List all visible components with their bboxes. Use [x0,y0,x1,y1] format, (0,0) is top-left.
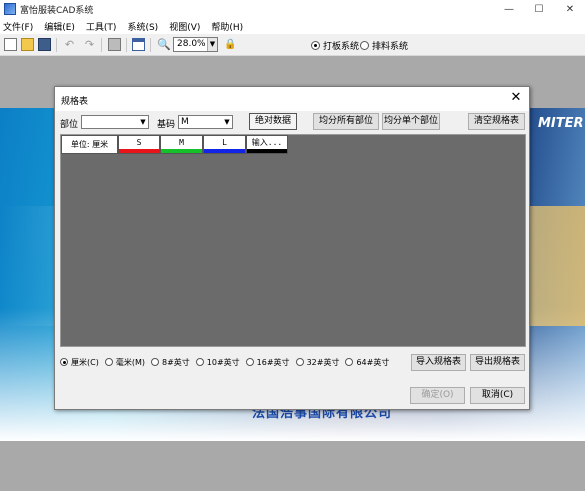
menu-file[interactable]: 文件(F) [3,20,33,33]
table-icon[interactable] [132,38,145,51]
cancel-button[interactable]: 取消(C) [470,387,525,404]
unit-option-10-inch[interactable]: 10#英寸 [195,357,240,368]
radio-button[interactable] [245,358,254,366]
radio-button[interactable] [195,358,204,366]
part-label: 部位 [60,120,79,130]
size-column-input[interactable]: 输入... [246,135,288,154]
title-bar: 富怡服装CAD系统 — ☐ ✕ [0,0,585,18]
clear-table-button[interactable]: 清空规格表 [468,113,525,130]
average-all-parts-button[interactable]: 均分所有部位 [313,113,379,130]
close-icon[interactable]: ✕ [509,91,523,105]
mode-option-marker[interactable]: 排料系统 [360,39,408,52]
average-single-part-button[interactable]: 均分单个部位 [382,113,440,130]
unit-option-16-inch[interactable]: 16#英寸 [245,357,290,368]
size-color-bar [161,149,202,153]
menu-help[interactable]: 帮助(H) [211,20,243,33]
unit-options: 厘米(C) 毫米(M) 8#英寸 10#英寸 16#英寸 32#英寸 64#英寸 [60,351,400,373]
radio-button[interactable] [295,358,304,366]
unit-option-8-inch[interactable]: 8#英寸 [150,357,190,368]
unit-label: 毫米(M) [115,357,145,367]
unit-option-32-inch[interactable]: 32#英寸 [295,357,340,368]
mode-option-pattern[interactable]: 打板系统 [311,39,359,52]
toolbar-separator [126,38,127,52]
unit-option-cm[interactable]: 厘米(C) [60,357,99,368]
print-icon[interactable] [108,38,121,51]
toolbar-separator [56,38,57,52]
redo-icon[interactable]: ↷ [83,38,96,51]
menu-view[interactable]: 视图(V) [169,20,200,33]
size-label: M [179,138,184,147]
close-window-button[interactable]: ✕ [555,0,585,18]
chevron-down-icon[interactable]: ▼ [207,38,217,51]
unit-header: 单位: 厘米 [61,135,118,154]
base-size-label: 基码 [157,120,176,130]
zoom-icon[interactable]: 🔍 [157,38,171,51]
radio-button[interactable] [150,358,159,366]
spec-grid[interactable]: 单位: 厘米 S M L 输入... [60,134,526,347]
minimize-button[interactable]: — [494,0,524,18]
radio-button[interactable] [311,41,320,50]
chevron-down-icon[interactable]: ▼ [138,116,148,128]
maximize-button[interactable]: ☐ [524,0,554,18]
unit-label: 64#英寸 [356,357,390,367]
size-color-bar [119,149,159,153]
size-column-l[interactable]: L [203,135,246,154]
splash-brand-text: MITER [538,116,584,131]
part-select[interactable]: ▼ [81,115,149,129]
save-icon[interactable] [38,38,51,51]
radio-button[interactable] [345,358,354,366]
size-label: 输入... [251,138,283,147]
base-size-select[interactable]: M ▼ [178,115,233,129]
zoom-value: 28.0% [177,39,206,49]
menu-edit[interactable]: 编辑(E) [44,20,75,33]
new-file-icon[interactable] [4,38,17,51]
dialog-title: 规格表 [61,97,89,107]
toolbar-separator [101,38,102,52]
radio-button[interactable] [60,358,68,366]
open-folder-icon[interactable] [21,38,34,51]
size-label: L [222,138,227,147]
spec-table-dialog: 规格表 ✕ 部位 ▼ 基码 M ▼ 绝对数据 均分所有部位 均分单个部位 清空规… [54,86,530,410]
mode-option-label: 打板系统 [323,42,360,52]
base-size-value: M [181,117,189,127]
ok-button[interactable]: 确定(O) [410,387,465,404]
chevron-down-icon[interactable]: ▼ [222,116,232,128]
window-title: 富怡服装CAD系统 [20,5,94,16]
radio-button[interactable] [104,358,113,366]
size-column-s[interactable]: S [118,135,160,154]
unit-option-64-inch[interactable]: 64#英寸 [345,357,389,368]
radio-button[interactable] [360,41,369,50]
toolbar: ↶ ↷ 🔍 28.0% ▼ 🔒 打板系统 排料系统 [0,34,585,56]
unit-option-mm[interactable]: 毫米(M) [104,357,145,368]
size-column-m[interactable]: M [160,135,203,154]
unit-label: 16#英寸 [256,357,290,367]
size-color-bar [247,149,287,153]
zoom-select[interactable]: 28.0% ▼ [173,37,218,52]
size-label: S [136,138,142,147]
dialog-title-bar: 规格表 ✕ [55,87,529,111]
unit-label: 32#英寸 [306,357,340,367]
toolbar-separator [150,38,151,52]
menu-bar: 文件(F) 编辑(E) 工具(T) 系统(S) 视图(V) 帮助(H) [0,18,585,34]
size-color-bar [204,149,245,153]
lock-icon[interactable]: 🔒 [224,38,237,51]
absolute-data-button[interactable]: 绝对数据 [249,113,297,130]
undo-icon[interactable]: ↶ [63,38,76,51]
unit-label: 8#英寸 [161,357,190,367]
menu-tools[interactable]: 工具(T) [86,20,117,33]
import-table-button[interactable]: 导入规格表 [411,354,466,371]
unit-label: 10#英寸 [206,357,240,367]
mode-option-label: 排料系统 [372,42,409,52]
export-table-button[interactable]: 导出规格表 [470,354,525,371]
unit-label: 厘米(C) [71,357,99,367]
app-icon [4,3,16,15]
menu-system[interactable]: 系统(S) [127,20,158,33]
